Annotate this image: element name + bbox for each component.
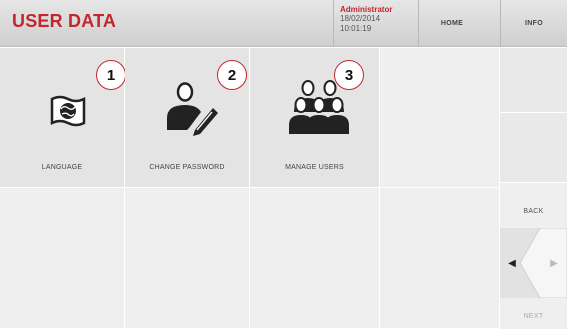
tile-language[interactable]: 1 LANGUAGE bbox=[0, 48, 126, 188]
empty-tile bbox=[380, 48, 500, 188]
info-button[interactable]: INFO bbox=[501, 0, 567, 47]
side-slot bbox=[500, 48, 567, 113]
header-divider bbox=[333, 0, 334, 47]
empty-tile bbox=[0, 188, 125, 329]
home-button[interactable]: HOME bbox=[419, 0, 485, 47]
next-label: NEXT bbox=[523, 313, 544, 320]
tile-label: LANGUAGE bbox=[41, 164, 83, 171]
user-role: Administrator bbox=[340, 5, 393, 14]
header-bar: USER DATA Administrator 18/02/2014 10:01… bbox=[0, 0, 567, 47]
next-arrow-button[interactable]: ▶ bbox=[544, 251, 564, 275]
menu-grid: 1 LANGUAGE 2 CHANGE PASSWORD 3 MANAGE US… bbox=[0, 48, 500, 329]
current-date: 18/02/2014 bbox=[340, 14, 381, 23]
user-info: Administrator 18/02/2014 10:01:19 bbox=[340, 5, 415, 34]
empty-tile bbox=[380, 188, 500, 329]
current-time: 10:01:19 bbox=[340, 24, 372, 33]
tile-change-password[interactable]: 2 CHANGE PASSWORD bbox=[125, 48, 250, 188]
side-slot bbox=[500, 113, 567, 183]
callout-badge: 2 bbox=[217, 60, 247, 90]
back-arrow-button[interactable]: ◀ bbox=[502, 251, 522, 275]
tile-label: CHANGE PASSWORD bbox=[149, 164, 225, 171]
callout-badge: 1 bbox=[96, 60, 126, 90]
users-group-icon bbox=[289, 80, 349, 134]
empty-tile bbox=[250, 188, 380, 329]
empty-tile bbox=[125, 188, 250, 329]
tile-manage-users[interactable]: 3 MANAGE USERS bbox=[250, 48, 380, 188]
right-panel: BACK ◀ ▶ NEXT bbox=[500, 48, 567, 329]
user-pencil-icon bbox=[167, 82, 218, 136]
tile-label: MANAGE USERS bbox=[285, 164, 344, 171]
flag-globe-icon bbox=[50, 95, 86, 127]
back-label: BACK bbox=[523, 208, 544, 215]
page-title: USER DATA bbox=[12, 11, 117, 31]
